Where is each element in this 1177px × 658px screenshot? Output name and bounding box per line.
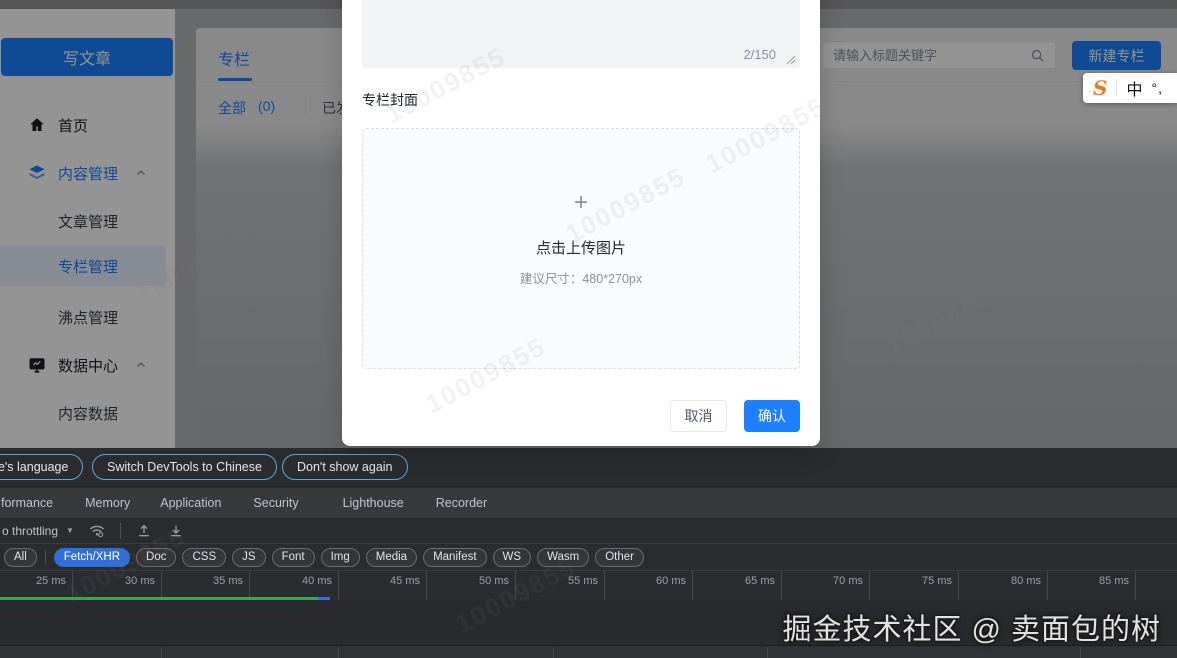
new-column-modal: 2/150 专栏封面 + 点击上传图片 建议尺寸：480*270px 取消 确认	[342, 0, 820, 446]
timeline-tick: 35 ms	[181, 575, 243, 587]
filter-chip-css[interactable]: CSS	[182, 548, 226, 567]
caret-down-icon: ▼	[66, 526, 74, 535]
toolbar-separator	[120, 523, 121, 539]
upload-hint: 建议尺寸：480*270px	[363, 268, 799, 287]
filter-chip-doc[interactable]: Doc	[136, 548, 176, 567]
network-toolbar: o throttling ▼	[0, 518, 1177, 544]
filter-chip-fetch-xhr[interactable]: Fetch/XHR	[54, 548, 130, 567]
match-language-button[interactable]: ne's language	[0, 454, 83, 480]
timeline-tick: 30 ms	[93, 575, 155, 587]
overview-green-line	[0, 597, 318, 600]
tab-security[interactable]: Security	[242, 496, 309, 510]
tab-application[interactable]: Application	[149, 496, 232, 510]
filter-chip-js[interactable]: JS	[232, 548, 265, 567]
bottom-bar-separator	[767, 647, 768, 658]
ime-separator	[1116, 79, 1117, 97]
devtools-tab-bar: formance Memory Application Security Lig…	[0, 488, 1177, 518]
bottom-bar-separator	[1080, 647, 1081, 658]
filter-chip-separator	[45, 550, 46, 564]
filter-chip-media[interactable]: Media	[366, 548, 417, 567]
char-counter: 2/150	[743, 47, 776, 62]
filter-chip-img[interactable]: Img	[321, 548, 360, 567]
devtools-bottom-bar	[0, 645, 1177, 658]
timeline-tick: 40 ms	[270, 575, 332, 587]
waterfall-area	[0, 600, 1177, 645]
import-har-icon[interactable]	[131, 520, 157, 542]
dont-show-again-button[interactable]: Don't show again	[282, 454, 408, 480]
upload-text: 点击上传图片	[363, 237, 799, 258]
timeline-tick: 75 ms	[890, 575, 952, 587]
throttling-select[interactable]: o throttling	[2, 524, 58, 538]
timeline-tick: 45 ms	[358, 575, 420, 587]
filter-chip-other[interactable]: Other	[595, 548, 644, 567]
cover-label: 专栏封面	[362, 90, 418, 110]
plus-icon: +	[363, 191, 799, 215]
filter-chip-wasm[interactable]: Wasm	[537, 548, 589, 567]
filter-chip-manifest[interactable]: Manifest	[423, 548, 486, 567]
timeline-tick: 60 ms	[624, 575, 686, 587]
timeline-tick: 65 ms	[713, 575, 775, 587]
tab-performance[interactable]: formance	[0, 496, 64, 510]
filter-chip-font[interactable]: Font	[272, 548, 315, 567]
tab-memory[interactable]: Memory	[74, 496, 141, 510]
overview-blue-tip	[318, 597, 330, 600]
timeline-tick: 80 ms	[979, 575, 1041, 587]
bottom-bar-separator	[338, 647, 339, 658]
bottom-bar-separator	[161, 647, 162, 658]
cancel-button[interactable]: 取消	[670, 400, 727, 432]
ime-punctuation-toggle[interactable]: °,	[1151, 80, 1163, 96]
network-filter-bar: All Fetch/XHR Doc CSS JS Font Img Media …	[0, 544, 1177, 571]
network-overview-timeline[interactable]: 25 ms 30 ms 35 ms 40 ms 45 ms 50 ms 55 m…	[0, 571, 1177, 645]
filter-chip-all[interactable]: All	[4, 548, 37, 567]
resize-grip-icon[interactable]	[786, 55, 796, 65]
column-description-textarea[interactable]: 2/150	[362, 0, 800, 68]
devtools-infobar: ne's language Switch DevTools to Chinese…	[0, 448, 1177, 487]
ime-language-toggle[interactable]: 中	[1126, 76, 1142, 100]
confirm-button[interactable]: 确认	[744, 400, 800, 432]
tab-lighthouse[interactable]: Lighthouse	[332, 496, 415, 510]
timeline-tick: 50 ms	[447, 575, 509, 587]
filter-chip-ws[interactable]: WS	[493, 548, 532, 567]
sogou-logo-icon[interactable]: S	[1093, 76, 1107, 100]
switch-devtools-chinese-button[interactable]: Switch DevTools to Chinese	[92, 454, 277, 480]
network-conditions-icon[interactable]	[84, 520, 110, 542]
bottom-bar-separator	[553, 647, 554, 658]
timeline-tick: 55 ms	[536, 575, 598, 587]
timeline-tick: 85 ms	[1067, 575, 1129, 587]
devtools-panel: ne's language Switch DevTools to Chinese…	[0, 448, 1177, 658]
cover-upload-dropzone[interactable]: + 点击上传图片 建议尺寸：480*270px	[362, 128, 800, 369]
ime-toolbar[interactable]: S 中 °,	[1083, 73, 1177, 103]
tab-recorder[interactable]: Recorder	[425, 496, 498, 510]
export-har-icon[interactable]	[163, 520, 189, 542]
timeline-tick: 70 ms	[801, 575, 863, 587]
timeline-tick: 25 ms	[4, 575, 66, 587]
screenshot-stage: 写文章 首页 内容管理 文章管理 专栏管理 沸点管理 数据中心	[0, 0, 1177, 658]
